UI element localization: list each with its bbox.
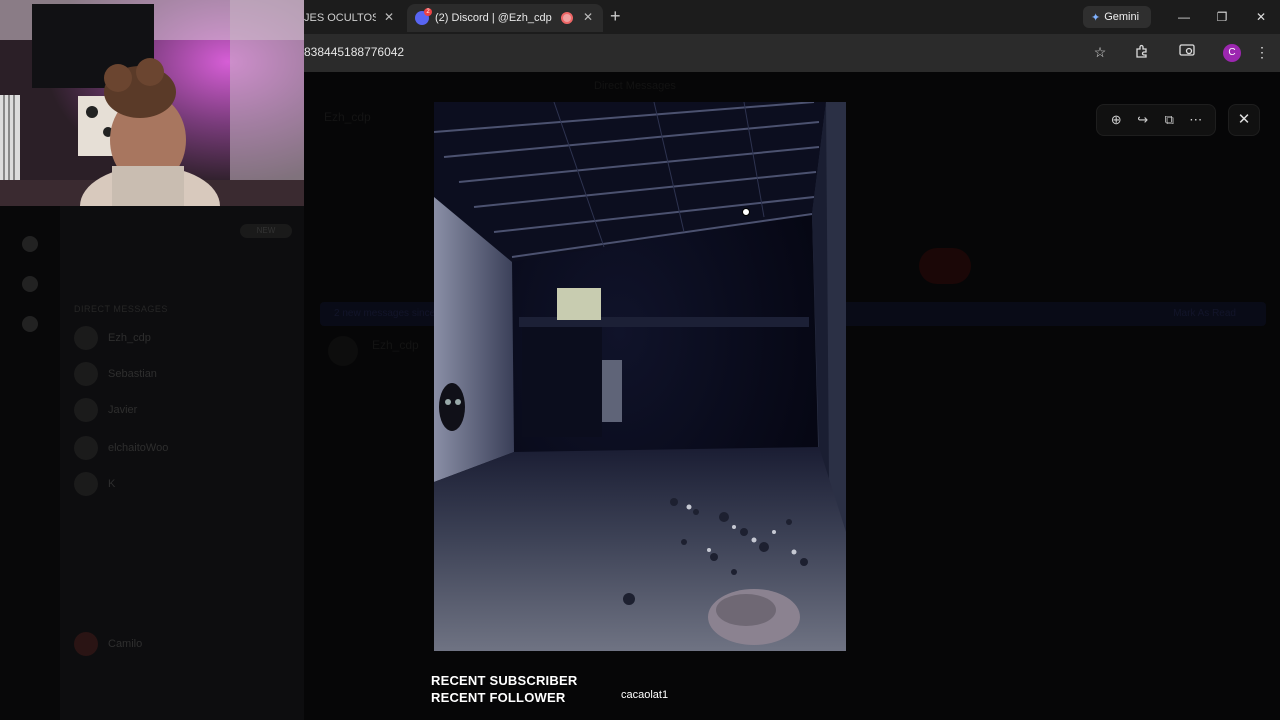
lightbox-close-button[interactable]: ✕ — [1228, 104, 1260, 136]
download-icon[interactable] — [22, 316, 38, 332]
avatar — [74, 326, 98, 350]
dm-header: DIRECT MESSAGES — [74, 304, 168, 314]
gemini-label: Gemini — [1104, 11, 1140, 23]
avatar — [74, 632, 98, 656]
dm-item-name: Sebastian — [108, 368, 157, 380]
tab-title: (2) Discord | @Ezh_cdp — [435, 12, 552, 24]
extensions-icon[interactable] — [1133, 44, 1151, 61]
screen: NEW DIRECT MESSAGES Ezh_cdp Sebastian Ja… — [0, 0, 1280, 720]
dm-item[interactable]: elchaitoWoo — [74, 436, 168, 460]
explore-icon[interactable] — [22, 276, 38, 292]
more-icon[interactable]: ⋯ — [1185, 109, 1207, 131]
zoom-in-icon[interactable]: ⊕ — [1105, 109, 1127, 131]
avatar — [74, 472, 98, 496]
avatar — [74, 398, 98, 422]
recent-follower-value: cacaolat1 — [621, 689, 669, 701]
mouse-cursor — [742, 208, 750, 216]
avatar — [74, 436, 98, 460]
dm-item-name: elchaitoWoo — [108, 442, 169, 454]
nitro-badge: NEW — [240, 224, 292, 238]
dm-item[interactable]: Sebastian — [74, 362, 157, 386]
close-tab-icon[interactable]: ✕ — [384, 10, 394, 24]
tab-previous[interactable]: JES OCULTOS d ✕ — [304, 4, 404, 32]
minimize-button[interactable]: — — [1172, 6, 1196, 28]
lightbox-image[interactable] — [434, 102, 846, 651]
dm-item-name: Ezh_cdp — [108, 332, 151, 344]
dm-item[interactable]: Javier — [74, 398, 137, 422]
webcam-image — [0, 0, 304, 206]
notification-badge: 2 — [424, 8, 432, 16]
restore-button[interactable]: ❐ — [1210, 6, 1234, 28]
dm-item[interactable]: Ezh_cdp — [74, 326, 151, 350]
discord-icon: 2 — [415, 8, 432, 25]
recent-subscriber-label: RECENT SUBSCRIBER — [431, 673, 578, 688]
menu-icon[interactable]: ⋮ — [1253, 44, 1271, 61]
forward-icon[interactable]: ↪ — [1132, 109, 1154, 131]
close-tab-icon[interactable]: ✕ — [583, 10, 593, 24]
address-bar-url[interactable]: 838445188776042 — [304, 45, 404, 59]
user-panel[interactable]: Camilo — [74, 632, 142, 656]
cast-icon[interactable] — [1178, 44, 1196, 61]
profile-avatar[interactable]: C — [1223, 44, 1241, 62]
gemini-button[interactable]: ✦ Gemini — [1083, 6, 1151, 28]
recording-icon — [561, 12, 573, 24]
user-name: Camilo — [108, 638, 143, 650]
new-tab-button[interactable]: + — [610, 7, 621, 25]
open-in-new-icon[interactable]: ⧉ — [1158, 109, 1180, 131]
server-icon[interactable] — [22, 236, 38, 252]
tab-discord[interactable]: 2 (2) Discord | @Ezh_cdp ✕ — [407, 4, 603, 32]
lightbox-toolbar: ⊕ ↪ ⧉ ⋯ — [1096, 104, 1216, 136]
dm-item[interactable]: K — [74, 472, 115, 496]
gemini-icon: ✦ — [1091, 11, 1101, 24]
close-window-button[interactable]: ✕ — [1249, 6, 1273, 28]
bookmark-star-icon[interactable]: ☆ — [1091, 44, 1109, 61]
dm-item-name: K — [108, 478, 116, 490]
warehouse-photo — [434, 102, 846, 651]
dm-item-name: Javier — [108, 404, 138, 416]
recent-follower-label: RECENT FOLLOWER — [431, 690, 566, 705]
webcam-feed — [0, 0, 304, 206]
tab-title: JES OCULTOS d — [304, 12, 376, 24]
avatar — [74, 362, 98, 386]
